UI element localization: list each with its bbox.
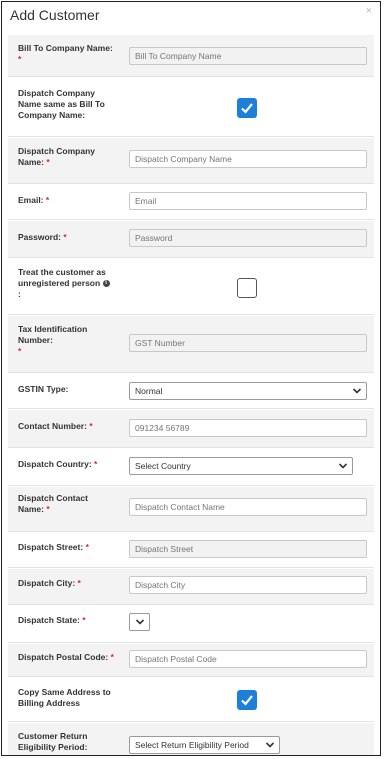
tax-id-label: Tax Identification Number: * xyxy=(18,324,88,356)
close-icon[interactable]: × xyxy=(366,5,372,17)
dispatch-state-select[interactable] xyxy=(129,613,150,631)
row-dispatch-country: Dispatch Country: * Select Country xyxy=(8,449,374,486)
bill-to-input[interactable] xyxy=(129,47,367,65)
chevron-down-icon xyxy=(352,388,362,394)
row-dispatch-city: Dispatch City: * xyxy=(8,569,374,605)
dispatch-street-input[interactable] xyxy=(129,540,367,558)
bill-to-label: Bill To Company Name: * xyxy=(18,43,113,64)
copy-billing-checkbox[interactable] xyxy=(237,690,257,710)
row-email: Email: * xyxy=(8,185,374,220)
row-bill-to: Bill To Company Name: * xyxy=(8,35,374,77)
email-input[interactable] xyxy=(129,192,367,210)
gstin-type-select[interactable]: Normal xyxy=(129,382,367,400)
chevron-down-icon xyxy=(338,463,348,469)
copy-billing-label: Copy Same Address to Billing Address xyxy=(18,687,111,708)
row-tax-id: Tax Identification Number: * xyxy=(8,316,374,373)
dispatch-same-label: Dispatch Company Name same as Bill To Co… xyxy=(18,88,105,120)
row-contact-number: Contact Number: * xyxy=(8,410,374,448)
row-dispatch-same: Dispatch Company Name same as Bill To Co… xyxy=(8,78,374,137)
chevron-down-icon xyxy=(265,742,275,748)
checkmark-icon xyxy=(241,103,253,114)
contact-number-input[interactable] xyxy=(129,419,367,437)
gst-number-input[interactable] xyxy=(129,334,367,352)
dispatch-country-value: Select Country xyxy=(135,461,191,471)
gstin-type-value: Normal xyxy=(135,386,163,396)
dispatch-city-label: Dispatch City: * xyxy=(18,578,81,588)
row-dispatch-contact: Dispatch Contact Name: * xyxy=(8,487,374,532)
dispatch-postal-input[interactable] xyxy=(129,650,367,668)
gstin-type-label: GSTIN Type: xyxy=(18,384,69,394)
info-icon[interactable]: i xyxy=(102,280,110,288)
add-customer-modal: Add Customer × Bill To Company Name:* Di… xyxy=(1,1,381,756)
return-period-select[interactable]: Select Return Eligibility Period xyxy=(129,736,280,754)
row-dispatch-street: Dispatch Street: * xyxy=(8,533,374,568)
dispatch-company-label: Dispatch Company Name: * xyxy=(18,146,95,167)
row-return-period: Customer Return Eligibility Period: Sele… xyxy=(8,723,374,755)
dispatch-company-input[interactable] xyxy=(129,150,367,168)
return-period-label: Customer Return Eligibility Period: xyxy=(18,731,88,752)
checkmark-icon xyxy=(241,695,253,706)
dispatch-contact-label: Dispatch Contact Name: * xyxy=(18,493,88,514)
dispatch-postal-label: Dispatch Postal Code: * xyxy=(18,652,114,662)
password-input[interactable] xyxy=(129,229,367,247)
unregistered-checkbox[interactable] xyxy=(237,278,257,298)
dispatch-contact-input[interactable] xyxy=(129,498,367,516)
password-label: Password: * xyxy=(18,232,67,242)
email-label: Email: * xyxy=(18,195,50,205)
dispatch-street-label: Dispatch Street: * xyxy=(18,542,89,552)
row-unregistered: Treat the customer as unregistered perso… xyxy=(8,259,374,315)
contact-number-label: Contact Number: * xyxy=(18,421,93,431)
dispatch-state-label: Dispatch State: * xyxy=(18,615,86,625)
unregistered-label: Treat the customer as unregistered perso… xyxy=(18,267,116,300)
row-gstin-type: GSTIN Type: Normal xyxy=(8,374,374,409)
row-dispatch-state: Dispatch State: * xyxy=(8,606,374,643)
chevron-down-icon xyxy=(135,619,145,625)
row-dispatch-postal: Dispatch Postal Code: * xyxy=(8,644,374,677)
row-dispatch-company: Dispatch Company Name: * xyxy=(8,138,374,184)
row-copy-billing: Copy Same Address to Billing Address xyxy=(8,678,374,722)
return-period-value: Select Return Eligibility Period xyxy=(135,740,249,750)
modal-header: Add Customer × xyxy=(2,2,380,30)
modal-title: Add Customer xyxy=(10,7,100,23)
dispatch-country-label: Dispatch Country: * xyxy=(18,459,98,469)
dispatch-country-select[interactable]: Select Country xyxy=(129,457,353,475)
dispatch-city-input[interactable] xyxy=(129,576,367,594)
dispatch-same-checkbox[interactable] xyxy=(237,98,257,118)
row-password: Password: * xyxy=(8,221,374,258)
